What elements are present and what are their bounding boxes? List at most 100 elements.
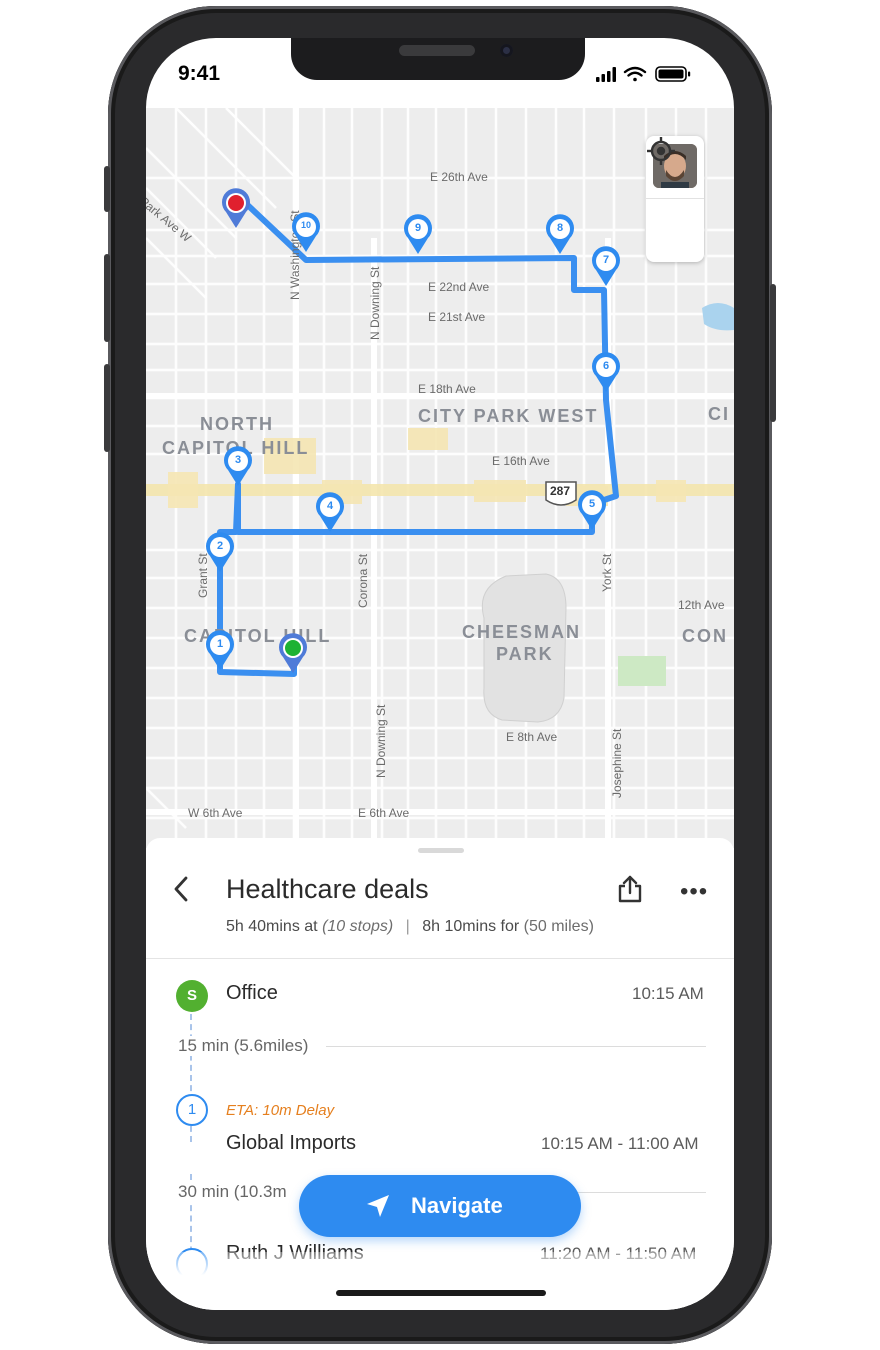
volume-up-button (104, 254, 110, 342)
area-label: CI (708, 404, 730, 424)
leg-info: 30 min (10.3m (178, 1182, 291, 1202)
route-title: Healthcare deals (226, 874, 429, 904)
summary-duration-a: 5h 40mins at (226, 918, 318, 935)
route-stop-marker[interactable]: 8 (545, 214, 575, 256)
marker-label: 1 (216, 638, 224, 650)
map-pin-icon (592, 246, 620, 286)
marker-label: 7 (602, 254, 610, 266)
route-stop-marker[interactable]: 4 (315, 492, 345, 534)
signal-icon (596, 67, 616, 82)
marker-label: 9 (414, 222, 422, 234)
area-label: CON (682, 626, 728, 646)
route-stop-marker[interactable]: 3 (223, 446, 253, 488)
power-button (770, 284, 776, 422)
navigate-button[interactable]: Navigate (299, 1175, 581, 1237)
green-area (618, 656, 666, 686)
route-sheet: Healthcare deals ••• 5h 40mins at (10 st… (146, 838, 734, 1310)
route-stop-marker[interactable]: 5 (577, 490, 607, 532)
status-icons (596, 66, 691, 82)
area-label: PARK (496, 644, 554, 664)
street-label: N Downing St (368, 266, 382, 340)
speaker (399, 45, 475, 56)
map-pin-icon (292, 212, 320, 252)
front-camera (500, 44, 513, 57)
summary-duration-b: 8h 10mins for (422, 918, 520, 935)
start-stop-time: 10:15 AM (632, 984, 704, 1003)
map-view[interactable]: E 26th Ave E 22nd Ave E 21st Ave E 18th … (146, 108, 734, 848)
start-stop-name[interactable]: Office (226, 982, 278, 1005)
marker-label: 8 (556, 222, 564, 234)
control-divider (646, 198, 704, 199)
start-badge: S (176, 980, 208, 1012)
street-label: Corona St (356, 553, 370, 608)
marker-label: 6 (602, 360, 610, 372)
wifi-icon (623, 66, 647, 82)
street-label: E 8th Ave (506, 730, 558, 744)
sheet-grabber[interactable] (418, 848, 464, 853)
status-time: 9:41 (178, 62, 221, 85)
end-marker[interactable] (221, 188, 251, 230)
marker-label: 5 (588, 498, 596, 510)
street-label: W 6th Ave (188, 806, 243, 820)
street-label: E 16th Ave (492, 454, 550, 468)
summary-separator: | (405, 918, 410, 935)
route-stop-marker[interactable]: 9 (403, 214, 433, 256)
map-pin-icon (279, 633, 307, 673)
route-stop-marker[interactable]: 7 (591, 246, 621, 288)
navigation-arrow-icon (367, 1195, 389, 1217)
eta-delay: ETA: 10m Delay (226, 1102, 335, 1119)
map-pin-icon (222, 188, 250, 228)
stop-time-window: 10:15 AM - 11:00 AM (541, 1134, 699, 1153)
map-pin-icon (206, 532, 234, 572)
stop-name[interactable]: Global Imports (226, 1132, 356, 1155)
marker-label: 2 (216, 540, 224, 552)
sheet-divider (146, 958, 734, 959)
street-label: N Downing St (374, 704, 388, 778)
map-pin-icon (404, 214, 432, 254)
back-chevron-icon[interactable] (170, 874, 194, 904)
start-marker[interactable] (278, 633, 308, 675)
map-pin-icon (316, 492, 344, 532)
notch (291, 38, 585, 80)
highway-shield-label: 287 (550, 484, 571, 498)
map-pin-icon (546, 214, 574, 254)
street-label: 12th Ave (678, 598, 725, 612)
share-icon[interactable] (616, 874, 644, 904)
route-stop-marker[interactable]: 2 (205, 532, 235, 574)
map-pin-icon (578, 490, 606, 530)
street-label: York St (600, 553, 614, 592)
summary-stops: (10 stops) (322, 918, 394, 935)
area-label: CHEESMAN (462, 622, 582, 642)
battery-icon (655, 66, 691, 82)
area-label: NORTH (200, 414, 274, 434)
summary-distance: (50 miles) (523, 918, 594, 935)
more-options-icon[interactable]: ••• (680, 878, 708, 906)
street-label: E 18th Ave (418, 382, 476, 396)
route-summary: 5h 40mins at (10 stops) | 8h 10mins for … (226, 918, 594, 936)
map-pin-icon (206, 630, 234, 670)
area-label: CITY PARK WEST (418, 406, 599, 426)
list-fade (146, 1252, 734, 1310)
route-stop-marker[interactable]: 6 (591, 352, 621, 394)
screen: 9:41 E 26th Ave E 22nd Ave E 21st Ave E … (146, 38, 734, 1310)
street-label: E 6th Ave (358, 806, 410, 820)
street-label: Josephine St (610, 728, 624, 798)
map-pin-icon (224, 446, 252, 486)
leg-divider (326, 1046, 706, 1047)
street-label: E 26th Ave (430, 170, 488, 184)
map-pin-icon (592, 352, 620, 392)
street-label: E 21st Ave (428, 310, 486, 324)
crosshair-icon[interactable] (646, 136, 676, 166)
volume-down-button (104, 364, 110, 452)
marker-label: 10 (300, 220, 311, 230)
silent-switch (104, 166, 110, 212)
route-stop-marker[interactable]: 10 (291, 212, 321, 254)
street-label: E 22nd Ave (428, 280, 490, 294)
map-controls (646, 136, 704, 262)
home-indicator[interactable] (336, 1290, 546, 1296)
marker-label: 4 (326, 500, 334, 512)
navigate-label: Navigate (411, 1193, 503, 1218)
stop-number-badge: 1 (176, 1094, 208, 1126)
marker-label: 3 (234, 454, 242, 466)
route-stop-marker[interactable]: 1 (205, 630, 235, 672)
